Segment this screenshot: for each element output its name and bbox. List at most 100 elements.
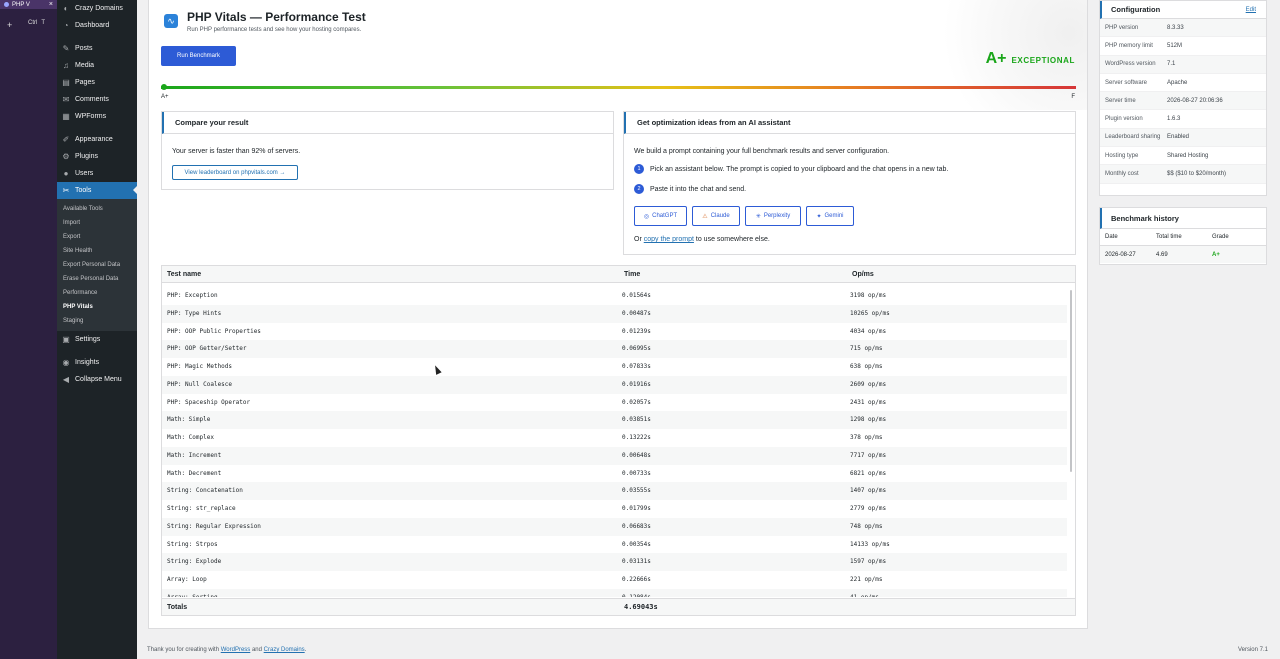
history-col-grade: Grade [1212,234,1229,240]
config-row: WordPress version 7.1 [1100,55,1266,74]
table-row[interactable]: String: Explode 0.03131s 1597 op/ms [162,553,1067,571]
menu-posts[interactable]: ✎ Posts [57,40,137,57]
comments-icon: ✉ [62,95,70,104]
crazy-domains-logo-icon: ◐ [63,4,69,13]
menu-users[interactable]: ● Users [57,165,137,182]
menu-comments[interactable]: ✉ Comments [57,91,137,108]
close-tab-icon[interactable]: × [49,1,53,8]
submenu-export-personal-data[interactable]: Export Personal Data [57,258,137,272]
col-ops[interactable]: Op/ms [847,266,1067,282]
config-key: PHP memory limit [1105,42,1153,49]
table-row[interactable]: Math: Decrement 0.00733s 6821 op/ms [162,465,1067,483]
time-cell: 0.01916s [622,380,651,388]
browser-sidebar: PHP V × + Ctrl T [0,0,57,659]
table-row[interactable]: Math: Simple 0.03851s 1298 op/ms [162,411,1067,429]
table-row[interactable]: PHP: Null Coalesce 0.01916s 2609 op/ms [162,375,1067,394]
submenu-erase-personal-data[interactable]: Erase Personal Data [57,272,137,286]
config-row: PHP version 8.3.33 [1100,19,1266,38]
table-row[interactable]: Array: Loop 0.22666s 221 op/ms [162,571,1067,589]
table-row[interactable]: PHP: Spaceship Operator 0.02057s 2431 op/m… [162,394,1067,412]
test-name-cell: PHP: OOP Public Properties [167,327,261,335]
history-time: 4.69 [1156,251,1168,258]
menu-pages[interactable]: ▤ Pages [57,74,137,91]
config-key: Leaderboard sharing [1105,134,1161,141]
menu-dashboard[interactable]: ◔ Dashboard [57,17,137,34]
view-leaderboard-button[interactable]: View leaderboard on phpvitals.com → [172,165,298,180]
chatgpt-button[interactable]: ◎ ChatGPT [634,206,687,226]
perplexity-button[interactable]: ✳ Perplexity [745,206,801,226]
config-key: Server software [1105,79,1148,86]
test-name-cell: Math: Increment [167,451,222,459]
menu-appearance[interactable]: ✐ Appearance [57,131,137,148]
time-cell: 0.01799s [622,505,651,512]
time-cell: 0.07833s [622,363,651,370]
table-row[interactable]: Array: Sorting0.12084s41 op/ms [162,588,1067,597]
menu-settings-label: Settings [75,336,101,343]
table-row[interactable]: String: Strpos 0.00354s 14133 op/ms [162,536,1067,554]
menu-tools[interactable]: ✂ Tools [57,182,137,199]
table-row[interactable]: PHP: OOP Public Properties 0.01239s 4034 o… [162,323,1067,341]
config-row: Leaderboard sharing Enabled [1100,128,1266,148]
claude-button[interactable]: ⚠ Claude [692,206,740,226]
compare-title: Compare your result [162,112,613,134]
claude-icon: ⚠ [702,213,708,220]
menu-wpforms[interactable]: ▦ WPForms [57,108,137,125]
ai-footer-post: to use somewhere else. [695,236,770,243]
ops-cell: 7717 op/ms [850,451,887,459]
gemini-button[interactable]: ✦ Gemini [806,206,854,226]
ai-card-title: Get optimization ideas from an AI assist… [624,112,1075,134]
configuration-title-text: Configuration [1111,5,1161,14]
copy-prompt-link[interactable]: copy the prompt [644,236,694,243]
submenu-available-tools[interactable]: Available Tools [57,202,137,216]
menu-settings[interactable]: ▣ Settings [57,331,137,348]
perplexity-label: Perplexity [763,213,791,219]
grade-value: A+ [985,50,1007,67]
config-key: PHP version [1105,24,1139,31]
table-row[interactable]: PHP: Exception 0.01564s 3198 op/ms [162,287,1067,305]
results-scrollbar[interactable] [1070,290,1072,472]
collapse-menu-button[interactable]: ◀ Collapse Menu [57,371,137,388]
browser-tab[interactable]: PHP V × [0,0,57,9]
menu-insights[interactable]: ◉ Insights [57,354,137,371]
ops-cell: 10265 op/ms [850,309,890,317]
table-row[interactable]: String: str_replace 0.01799s 2779 op/ms [162,500,1067,518]
ops-cell: 4034 op/ms [850,327,887,335]
test-name-cell: PHP: Null Coalesce [167,380,233,388]
table-row[interactable]: PHP: Magic Methods 0.07833s 638 op/ms [162,358,1067,376]
submenu-php-vitals[interactable]: PHP Vitals [57,300,137,314]
config-key: Hosting type [1105,152,1139,159]
menu-plugins[interactable]: ⚙ Plugins [57,148,137,165]
history-date: 2026-08-27 [1105,251,1136,258]
col-test-name[interactable]: Test name [162,266,619,282]
table-row[interactable]: PHP: OOP Getter/Setter 0.06995s 715 op/ms [162,340,1067,358]
test-name-cell: PHP: Magic Methods [167,363,233,370]
submenu-staging[interactable]: Staging [57,314,137,328]
wrench-icon: ✂ [62,186,70,195]
submenu-import[interactable]: Import [57,216,137,230]
test-name-cell: PHP: OOP Getter/Setter [167,345,247,353]
user-icon: ● [63,169,69,178]
table-row[interactable]: Math: Increment 0.00648s 7717 op/ms [162,446,1067,465]
site-name-link[interactable]: ◐ Crazy Domains [57,0,137,17]
results-body[interactable]: PHP: Exception 0.01564s 3198 op/ms PHP: Typ… [162,287,1067,597]
table-row[interactable]: String: Concatenation 0.03555s 1407 op/ms [162,482,1067,500]
time-cell: 0.22666s [622,576,651,583]
run-benchmark-button[interactable]: Run Benchmark [161,46,236,66]
col-time[interactable]: Time [619,266,847,282]
config-edit-link[interactable]: Edit [1246,1,1256,19]
menu-media[interactable]: ♫ Media [57,57,137,74]
crazy-domains-link[interactable]: Crazy Domains [264,647,305,653]
test-name-cell: PHP: Exception [167,292,218,299]
submenu-export[interactable]: Export [57,230,137,244]
history-title: Benchmark history [1100,208,1266,229]
submenu-site-health[interactable]: Site Health [57,244,137,258]
table-row[interactable]: Math: Complex 0.13222s 378 op/ms [162,429,1067,447]
wordpress-link[interactable]: WordPress [221,647,251,653]
history-row[interactable]: 2026-08-27 4.69 A+ [1100,246,1266,263]
table-row[interactable]: PHP: Type Hints 0.00487s 10265 op/ms [162,304,1067,323]
submenu-performance[interactable]: Performance [57,286,137,300]
footer-and: and [251,647,262,653]
table-row[interactable]: String: Regular Expression 0.06683s 748 op… [162,517,1067,536]
time-cell: 0.03555s [622,487,651,495]
new-tab-button[interactable]: + [7,20,12,30]
